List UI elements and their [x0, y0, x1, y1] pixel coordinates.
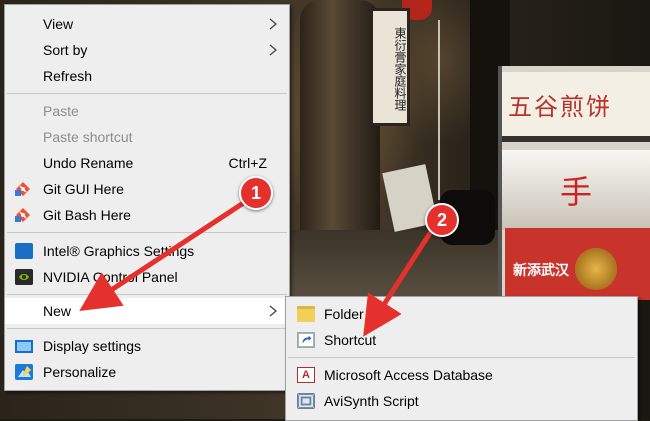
git-icon — [15, 182, 30, 196]
menu-item-shortcut: Ctrl+Z — [228, 155, 268, 171]
nvidia-icon — [15, 269, 33, 285]
wallpaper-shop-window: 手 — [502, 150, 650, 230]
menu-item-label: Display settings — [43, 338, 142, 354]
personalize-icon — [15, 364, 33, 380]
submenu-item-folder[interactable]: Folder — [286, 301, 637, 327]
menu-item-nvidia-control-panel[interactable]: NVIDIA Control Panel — [5, 264, 289, 290]
menu-item-label: Paste shortcut — [43, 129, 133, 145]
menu-item-display-settings[interactable]: Display settings — [5, 333, 289, 359]
menu-item-label: View — [43, 16, 74, 32]
menu-item-label: Sort by — [43, 42, 88, 58]
menu-separator — [7, 232, 287, 233]
menu-item-label: NVIDIA Control Panel — [43, 269, 178, 285]
wallpaper-shop-sign: 五谷煎饼 — [502, 72, 650, 142]
intel-graphics-icon — [15, 243, 33, 259]
menu-item-label: Personalize — [43, 364, 117, 380]
menu-item-intel-graphics-settings[interactable]: Intel® Graphics Settings — [5, 238, 289, 264]
avisynth-icon — [297, 393, 315, 409]
menu-item-view[interactable]: View — [5, 11, 289, 37]
access-icon: A — [297, 367, 315, 383]
menu-item-label: Git Bash Here — [43, 207, 131, 223]
menu-item-label: Intel® Graphics Settings — [43, 243, 195, 259]
menu-separator — [7, 93, 287, 94]
chevron-right-icon — [269, 305, 277, 317]
wallpaper-food-plate — [575, 248, 617, 290]
menu-item-label: Refresh — [43, 68, 93, 84]
menu-item-refresh[interactable]: Refresh — [5, 63, 289, 89]
chevron-right-icon — [269, 18, 277, 30]
wallpaper-shop-menu-text: 新添武汉 — [513, 263, 569, 279]
menu-separator — [288, 357, 635, 358]
git-icon — [15, 208, 30, 222]
menu-item-label: Paste — [43, 103, 79, 119]
menu-item-undo-rename[interactable]: Undo Rename Ctrl+Z — [5, 150, 289, 176]
menu-item-label: Microsoft Access Database — [324, 367, 493, 383]
folder-icon — [297, 306, 315, 322]
chevron-right-icon — [269, 44, 277, 56]
wallpaper-wire — [438, 20, 440, 200]
display-icon — [15, 340, 33, 353]
submenu-item-microsoft-access-database[interactable]: A Microsoft Access Database — [286, 362, 637, 388]
shortcut-icon — [297, 332, 315, 348]
submenu-item-avisynth-script[interactable]: AviSynth Script — [286, 388, 637, 414]
menu-item-new[interactable]: New — [5, 298, 289, 324]
menu-item-label: Undo Rename — [43, 155, 134, 171]
menu-item-label: New — [43, 303, 72, 319]
menu-item-label: Git GUI Here — [43, 181, 124, 197]
menu-item-label: Shortcut — [324, 332, 377, 348]
callout-step-1: 1 — [239, 176, 273, 210]
callout-step-2: 2 — [425, 203, 459, 237]
menu-item-sort-by[interactable]: Sort by — [5, 37, 289, 63]
menu-item-paste[interactable]: Paste — [5, 98, 289, 124]
menu-item-label: AviSynth Script — [324, 393, 419, 409]
menu-item-paste-shortcut[interactable]: Paste shortcut — [5, 124, 289, 150]
menu-separator — [7, 294, 287, 295]
menu-item-label: Folder — [324, 306, 364, 322]
wallpaper-vertical-banner: 東衍膏家庭料理 — [370, 8, 410, 126]
submenu-item-shortcut[interactable]: Shortcut — [286, 327, 637, 353]
new-submenu: Folder Shortcut A Microsoft Access Datab… — [285, 296, 638, 421]
menu-separator — [7, 328, 287, 329]
menu-item-personalize[interactable]: Personalize — [5, 359, 289, 385]
